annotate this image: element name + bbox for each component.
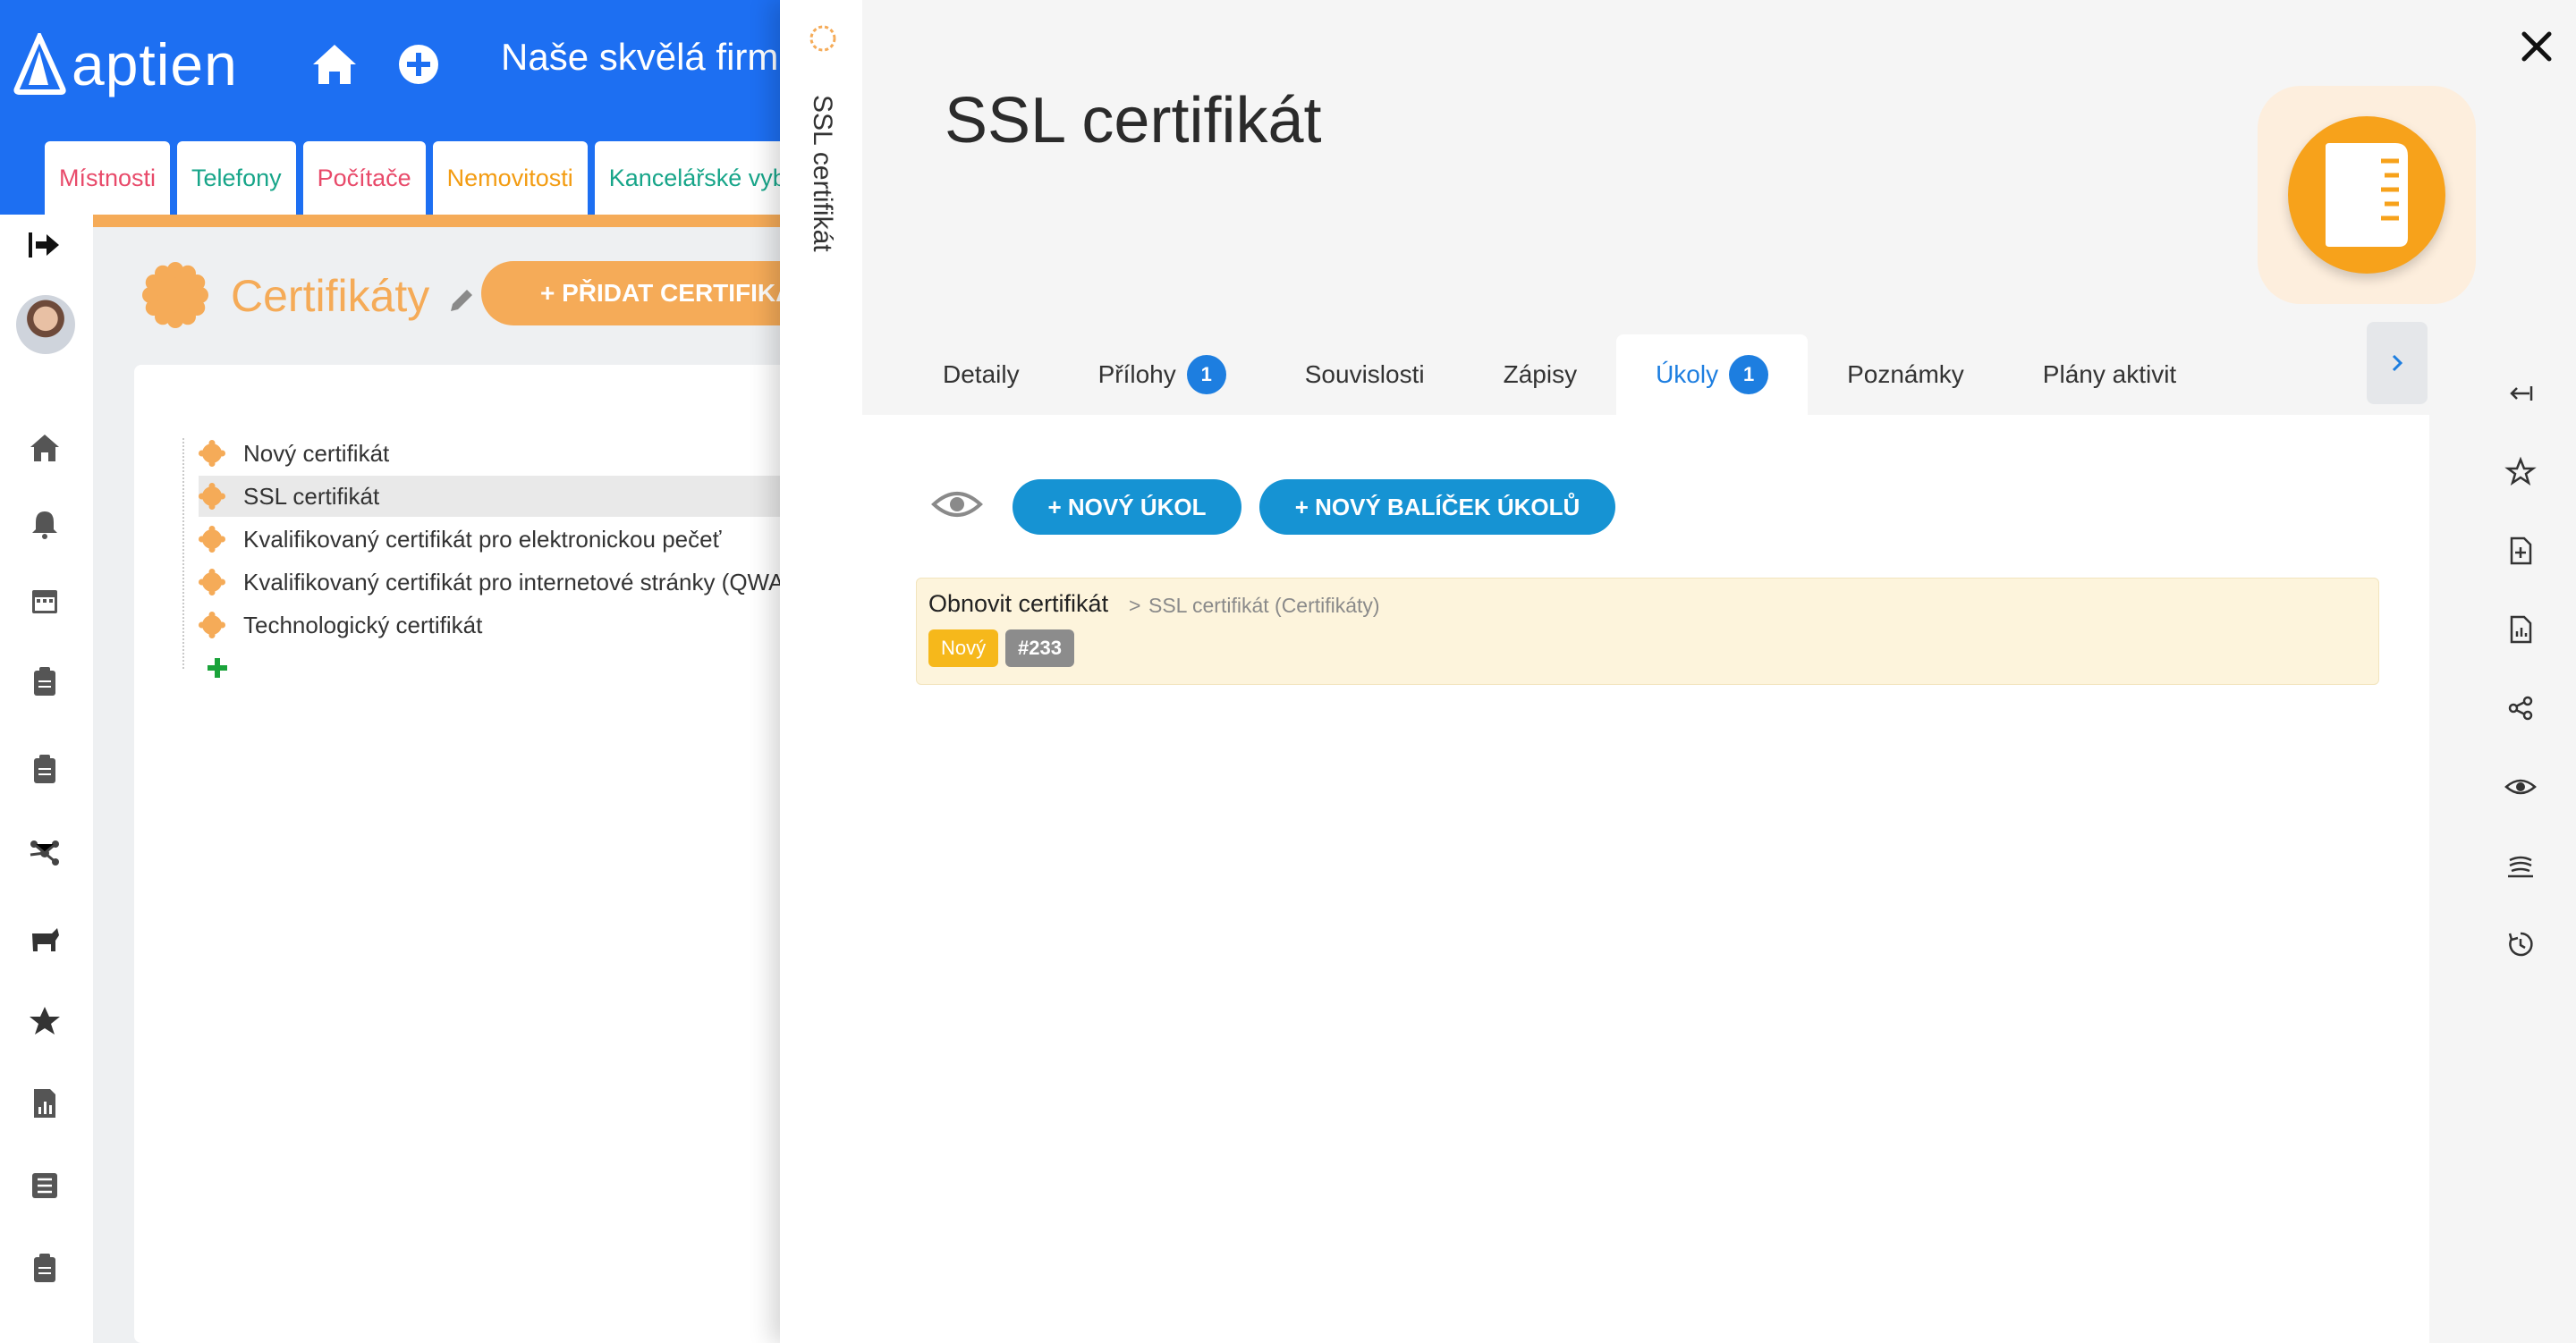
new-task-pack-button[interactable]: + NOVÝ BALÍČEK ÚKOLŮ [1259,479,1615,535]
new-task-button[interactable]: + NOVÝ ÚKOL [1013,479,1241,535]
certificate-badge-icon [199,612,225,638]
dog-icon[interactable] [27,921,63,957]
tree-item-label: Kvalifikovaný certifikát pro internetové… [243,568,780,595]
count-badge: 1 [1729,355,1769,394]
collapse-left-icon[interactable] [2503,376,2538,411]
task-status-badge: Nový [928,629,999,667]
share-icon[interactable] [2503,690,2538,726]
detail-tab-label: Přílohy [1097,360,1176,388]
tree-item[interactable]: Kvalifikovaný certifikát pro elektronick… [199,519,780,560]
file-add-icon[interactable] [2503,533,2538,569]
clipboard-list-icon[interactable] [27,1250,63,1286]
add-tree-item-icon[interactable] [206,656,229,680]
home-icon[interactable] [27,431,63,467]
detail-tab-label: Souvislosti [1304,360,1425,388]
clipboard-check-icon[interactable] [27,751,63,787]
detail-tab-label: Detaily [943,360,1020,388]
clipboard-icon[interactable] [27,663,63,699]
history-icon[interactable] [2503,926,2538,962]
detail-title: SSL certifikát [945,85,1322,156]
detail-tab-label: Plány aktivit [2042,360,2177,388]
certificate-tree: Nový certifikát SSL certifikát Kvalifikova… [0,0,780,1343]
tree-item-label: SSL certifikát [243,482,380,510]
tree-item[interactable]: SSL certifikát [199,476,780,517]
certificate-badge-icon [199,569,225,595]
task-path[interactable]: SSL certifikát (Certifikáty) [1148,594,1380,618]
tasks-panel [862,415,2429,1343]
detail-tab-label: Úkoly [1656,360,1719,388]
close-icon[interactable] [2517,27,2556,66]
detail-tab-label: Zápisy [1503,360,1578,388]
calendar-icon[interactable] [27,583,63,619]
detail-tab[interactable]: Souvislosti [1266,334,1464,415]
document-icon [2326,143,2408,247]
watch-eye-icon[interactable] [2503,769,2538,805]
network-icon[interactable] [27,835,63,871]
detail-tab[interactable]: Úkoly 1 [1616,334,1809,415]
eye-icon[interactable] [930,486,984,522]
detail-tab[interactable]: Detaily [903,334,1059,415]
file-chart-icon[interactable] [2503,612,2538,647]
tree-item[interactable]: Nový certifikát [199,433,780,474]
bell-icon[interactable] [27,506,63,542]
hand-signature-icon[interactable] [2503,848,2538,883]
chevron-right-icon [2392,354,2403,372]
tree-item-label: Technologický certifikát [243,611,483,638]
report-icon[interactable] [27,1085,63,1121]
certificate-badge-icon [199,526,225,553]
tree-item-label: Nový certifikát [243,439,390,467]
star-icon[interactable] [27,1003,63,1039]
certificate-outline-icon [809,25,836,52]
certificate-badge-icon [199,440,225,467]
task-path-separator: > [1129,594,1141,617]
detail-tab[interactable]: Poznámky [1808,334,2004,415]
detail-tab[interactable]: Přílohy 1 [1059,334,1266,415]
detail-side-title: SSL certifikát [808,95,837,252]
task-title[interactable]: Obnovit certifikát [928,590,1108,618]
tree-item[interactable]: Technologický certifikát [199,604,780,646]
tree-item[interactable]: Kvalifikovaný certifikát pro internetové… [199,562,780,603]
detail-tab-label: Poznámky [1847,360,1964,388]
detail-tab[interactable]: Plány aktivit [2004,334,2216,415]
tree-item-label: Kvalifikovaný certifikát pro elektronick… [243,525,722,553]
tabs-scroll-next-button[interactable] [2367,322,2428,404]
star-outline-icon[interactable] [2503,454,2538,490]
detail-tab[interactable]: Zápisy [1464,334,1616,415]
detail-tabs: Detaily Přílohy 1 Souvislosti Zápisy Úkoly 1 Po… [903,334,2216,415]
certificate-badge-icon [199,483,225,510]
count-badge: 1 [1186,355,1226,394]
list-icon[interactable] [27,1168,63,1204]
task-id-badge: #233 [1005,629,1074,667]
